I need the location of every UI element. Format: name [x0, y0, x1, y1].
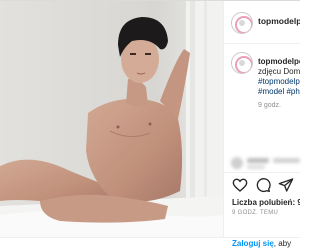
caption-avatar[interactable]	[231, 52, 253, 74]
divider	[224, 172, 300, 173]
login-prompt: Zaloguj się, aby	[232, 239, 291, 248]
likes-summary[interactable]: Liczba polubień: 9 4	[232, 198, 300, 207]
send-icon	[278, 178, 294, 192]
comment-button[interactable]	[255, 177, 271, 193]
heart-icon	[232, 178, 248, 192]
post-caption: topmodelpo zdjęcu Dom #topmodelp #model …	[258, 57, 300, 97]
login-bar: Zaloguj się, aby	[0, 237, 300, 250]
login-rest: , aby	[273, 239, 292, 248]
comment-icon	[256, 178, 271, 192]
post-side-panel: topmodelpo topmodelpo zdjęcu Dom #topmod…	[224, 1, 300, 250]
caption-line-1: zdjęcu Dom	[258, 67, 300, 76]
instagram-post: topmodelpo topmodelpo zdjęcu Dom #topmod…	[0, 0, 300, 250]
header-username[interactable]: topmodelpo	[258, 16, 300, 26]
login-link[interactable]: Zaloguj się	[232, 239, 274, 248]
post-photo[interactable]	[0, 1, 224, 237]
likes-count: 9 4	[297, 198, 300, 207]
likes-label: Liczba polubień:	[232, 198, 296, 207]
post-timestamp: 9 GODZ. TEMU	[232, 210, 279, 216]
like-button[interactable]	[232, 177, 248, 193]
blurred-comment	[231, 155, 300, 171]
profile-avatar[interactable]	[231, 12, 253, 34]
caption-hashtag-1[interactable]: #topmodelp	[258, 77, 300, 87]
divider	[224, 43, 300, 44]
portrait-photo	[0, 1, 223, 237]
share-button[interactable]	[278, 177, 294, 193]
caption-timestamp: 9 godz.	[258, 102, 281, 109]
caption-hashtag-2[interactable]: #model #ph	[258, 87, 300, 97]
caption-username[interactable]: topmodelpo	[258, 57, 300, 67]
